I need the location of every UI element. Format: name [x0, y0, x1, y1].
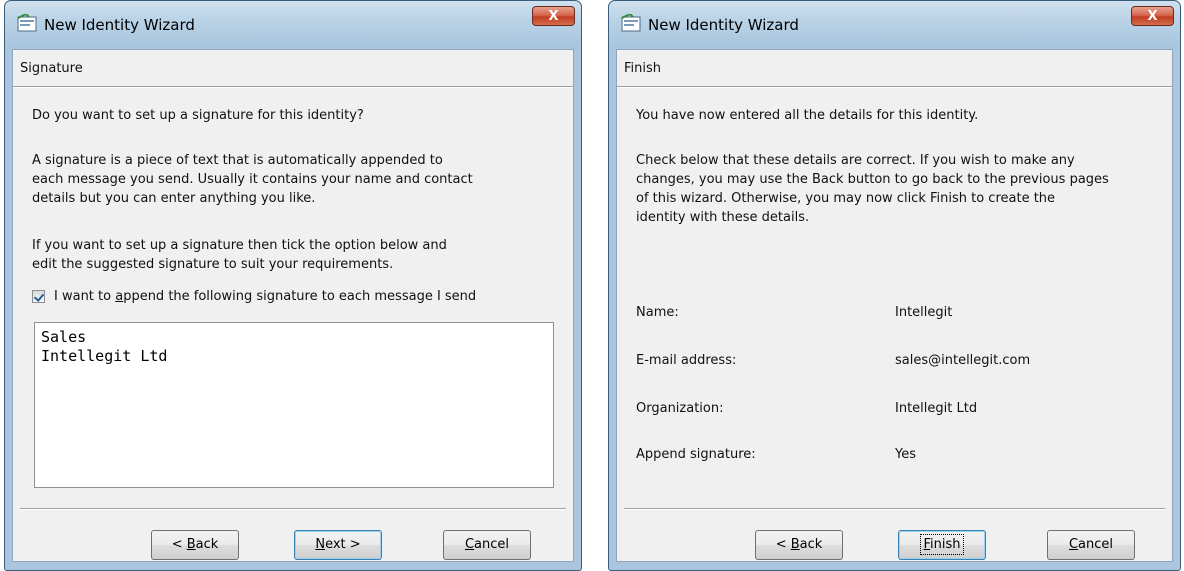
detail-value-organization: Intellegit Ltd [895, 401, 978, 416]
detail-value-email: sales@intellegit.com [895, 353, 1031, 368]
title-bar[interactable]: New Identity Wizard X [5, 1, 581, 49]
close-button[interactable]: X [1131, 6, 1174, 26]
instruction-line: Check below that these details are corre… [636, 153, 1075, 168]
description-line: each message you send. Usually it contai… [32, 172, 473, 187]
wizard-client-area: Finish You have now entered all the deta… [616, 49, 1173, 562]
back-button[interactable]: < Back [755, 530, 843, 560]
append-signature-checkbox[interactable] [32, 290, 45, 303]
cancel-button[interactable]: Cancel [443, 530, 531, 560]
page-title: Signature [20, 61, 83, 76]
window-title: New Identity Wizard [44, 16, 195, 34]
detail-value-name: Intellegit [895, 305, 953, 320]
description-line: A signature is a piece of text that is a… [32, 153, 443, 168]
intro-text: You have now entered all the details for… [636, 108, 979, 123]
detail-label-email: E-mail address: [636, 353, 737, 368]
window-title: New Identity Wizard [648, 16, 799, 34]
page-header: Finish [617, 50, 1172, 87]
instruction-line: identity with these details. [636, 210, 810, 225]
instruction-text: If you want to set up a signature then t… [32, 236, 555, 274]
page-title: Finish [624, 61, 662, 76]
wizard-client-area: Signature Do you want to set up a signat… [12, 49, 574, 562]
page-header: Signature [13, 50, 573, 87]
instruction-text: Check below that these details are corre… [636, 151, 1154, 227]
detail-label-name: Name: [636, 305, 679, 320]
title-bar[interactable]: New Identity Wizard X [609, 1, 1180, 49]
instruction-line: changes, you may use the Back button to … [636, 172, 1109, 187]
signature-textarea[interactable]: Sales Intellegit Ltd [34, 322, 554, 488]
description-line: details but you can enter anything you l… [32, 191, 316, 206]
instruction-line: If you want to set up a signature then t… [32, 238, 447, 253]
description-text: A signature is a piece of text that is a… [32, 151, 555, 208]
close-icon: X [548, 9, 559, 24]
instruction-line: edit the suggested signature to suit you… [32, 257, 394, 272]
footer-divider [624, 508, 1165, 509]
wizard-icon [621, 14, 641, 32]
finish-wizard-window: New Identity Wizard X Finish You have no… [608, 0, 1181, 571]
cancel-button[interactable]: Cancel [1047, 530, 1135, 560]
finish-button[interactable]: Finish [898, 530, 986, 560]
signature-wizard-window: New Identity Wizard X Signature Do you w… [4, 0, 582, 571]
detail-value-append-signature: Yes [895, 447, 916, 462]
detail-label-organization: Organization: [636, 401, 724, 416]
wizard-icon [17, 14, 37, 32]
footer-divider [20, 508, 566, 509]
close-button[interactable]: X [532, 6, 575, 26]
append-signature-label: I want to append the following signature… [54, 289, 477, 304]
back-button[interactable]: < Back [151, 530, 239, 560]
instruction-line: of this wizard. Otherwise, you may now c… [636, 191, 1056, 206]
detail-label-append-signature: Append signature: [636, 447, 756, 462]
append-signature-option[interactable]: I want to append the following signature… [32, 289, 476, 304]
close-icon: X [1147, 9, 1158, 24]
question-text: Do you want to set up a signature for th… [32, 108, 364, 123]
next-button[interactable]: Next > [294, 530, 382, 560]
